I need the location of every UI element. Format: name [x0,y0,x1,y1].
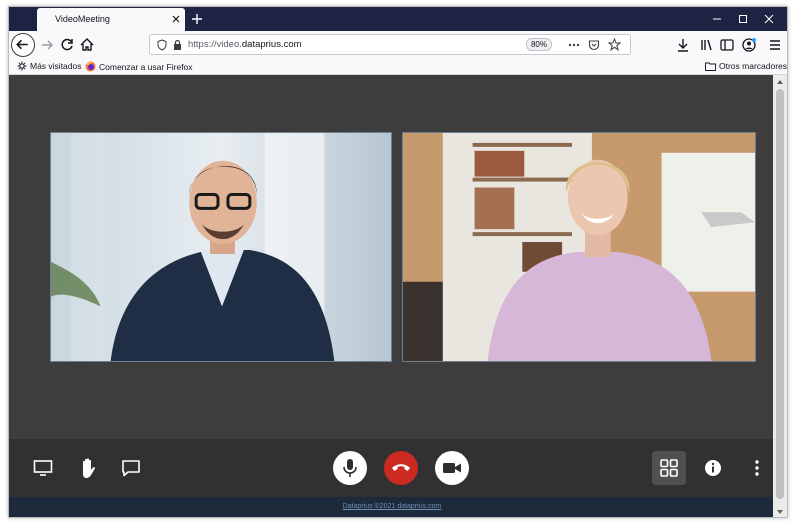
menu-icon[interactable] [765,35,785,55]
downloads-icon[interactable] [673,35,693,55]
reload-icon[interactable] [57,35,77,55]
bookmark-label: Comenzar a usar Firefox [99,62,193,72]
title-bar: VideoMeeting [9,7,787,31]
forward-icon[interactable] [37,35,57,55]
page-actions-icon[interactable] [568,39,580,51]
back-button[interactable] [11,33,35,57]
browser-window: VideoMeeting https://video.dataprius.com… [8,6,788,518]
account-icon[interactable] [739,35,759,55]
close-tab-icon[interactable] [169,12,183,26]
footer-link[interactable]: Dataprius ©2021 dataprius.com [9,503,775,510]
gear-icon [17,61,27,71]
microphone-button[interactable] [333,451,367,485]
firefox-icon [85,61,96,72]
participant-image [51,133,391,361]
url-domain: dataprius.com [241,39,302,50]
info-icon [705,460,721,476]
close-window-icon[interactable] [761,11,777,27]
screen-share-button[interactable] [26,451,60,485]
hang-up-button[interactable] [384,451,418,485]
other-bookmarks-label: Otros marcadores [719,61,788,71]
sidebar-icon[interactable] [717,35,737,55]
new-tab-icon[interactable] [189,11,205,27]
address-bar[interactable]: https://video.dataprius.com 80% [149,34,631,55]
bookmark-most-visited[interactable]: Más visitados [17,61,82,73]
hang-up-icon [392,464,410,471]
scroll-down-icon[interactable] [776,508,784,516]
meeting-toolbar [9,439,775,497]
raise-hand-icon [83,458,95,478]
home-icon[interactable] [77,35,97,55]
more-options-button[interactable] [740,451,774,485]
chat-icon [122,460,140,477]
meeting-stage: Dataprius ©2021 dataprius.com [9,75,775,517]
scroll-up-icon[interactable] [776,78,784,86]
camera-button[interactable] [435,451,469,485]
pocket-icon[interactable] [588,39,600,51]
grid-view-icon [660,459,678,477]
scrollbar-thumb[interactable] [776,89,784,499]
bookmarks-bar: Más visitados Comenzar a usar Firefox Ot… [9,59,787,75]
participant-video-2[interactable] [402,132,756,362]
chat-button[interactable] [114,451,148,485]
participant-video-1[interactable] [50,132,392,362]
navigation-bar: https://video.dataprius.com 80% [9,31,787,59]
microphone-icon [343,459,357,477]
folder-icon [705,62,716,71]
raise-hand-button[interactable] [71,451,105,485]
arrow-left-icon [16,39,28,50]
url-text: https://video.dataprius.com [188,39,302,50]
maximize-icon[interactable] [735,11,751,27]
tab-title: VideoMeeting [55,14,110,24]
url-prefix: https://video. [188,39,242,50]
camera-icon [443,463,461,473]
screen-share-icon [33,460,53,476]
minimize-icon[interactable] [709,11,725,27]
vertical-scrollbar[interactable] [773,75,787,517]
bookmark-firefox[interactable]: Comenzar a usar Firefox [85,61,193,73]
info-button[interactable] [696,451,730,485]
browser-tab[interactable]: VideoMeeting [37,8,185,31]
library-icon[interactable] [697,35,717,55]
shield-icon[interactable] [156,39,168,51]
grid-view-button[interactable] [652,451,686,485]
other-bookmarks[interactable]: Otros marcadores [705,61,787,73]
more-options-icon [755,460,759,476]
participant-image [403,133,755,361]
zoom-level-button[interactable]: 80% [526,38,552,51]
bookmark-star-icon[interactable] [608,38,621,51]
lock-icon[interactable] [172,39,183,51]
bookmark-label: Más visitados [30,61,82,71]
page-footer: Dataprius ©2021 dataprius.com [9,497,775,517]
